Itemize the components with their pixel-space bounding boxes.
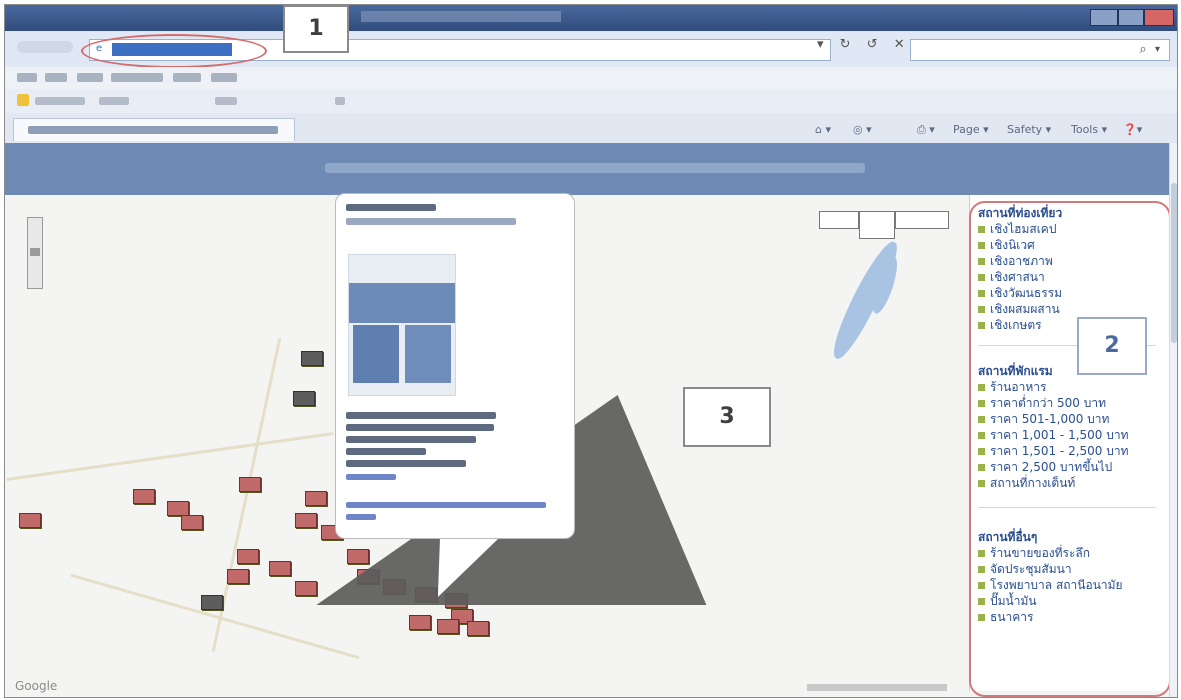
- favorites-label[interactable]: [35, 97, 85, 105]
- callout-3: 3: [683, 387, 771, 447]
- close-button[interactable]: [1144, 9, 1174, 26]
- safety-menu[interactable]: Safety ▾: [1007, 123, 1051, 136]
- info-photo: [348, 254, 456, 396]
- zoom-slider-handle[interactable]: [30, 248, 40, 256]
- search-input[interactable]: ⌕ ▾: [910, 39, 1170, 61]
- page-menu[interactable]: Page ▾: [953, 123, 989, 136]
- tab-bar: ⌂ ▾ ◎ ▾ ⎙ ▾ Page ▾ Safety ▾ Tools ▾ ❓▾: [5, 113, 1177, 144]
- info-phone: [346, 436, 476, 443]
- map-marker[interactable]: [437, 619, 459, 634]
- site-banner: [5, 143, 1177, 195]
- callout-2: 2: [1077, 317, 1147, 375]
- maptype-map-button[interactable]: [819, 211, 859, 229]
- map-marker[interactable]: [305, 491, 327, 506]
- photo-part: [405, 325, 451, 383]
- home-icon[interactable]: ⌂ ▾: [815, 123, 831, 136]
- map-marker[interactable]: [293, 391, 315, 406]
- menu-edit[interactable]: [45, 73, 67, 82]
- photo-part: [349, 283, 455, 323]
- info-price: [346, 460, 466, 467]
- help-icon[interactable]: ❓▾: [1123, 123, 1142, 136]
- chevron-down-icon[interactable]: ▾: [1155, 42, 1165, 58]
- favorites-bar: [5, 89, 1177, 114]
- callout-1: 1: [283, 5, 349, 53]
- tab-title: [28, 126, 278, 134]
- info-links[interactable]: [346, 502, 546, 508]
- menu-view[interactable]: [77, 73, 103, 82]
- map-zoom-control[interactable]: [27, 217, 43, 289]
- favorites-item[interactable]: [215, 97, 237, 105]
- info-phone: [346, 448, 426, 455]
- info-address: [346, 424, 494, 431]
- maptype-hybrid-button[interactable]: [895, 211, 949, 229]
- map-marker[interactable]: [133, 489, 155, 504]
- map-marker[interactable]: [269, 561, 291, 576]
- legend-highlight-frame: [969, 201, 1171, 697]
- address-row: e ▾ ↻ ↺ ✕ ⌕ ▾: [5, 31, 1177, 68]
- photo-part: [353, 325, 399, 383]
- map-marker[interactable]: [295, 581, 317, 596]
- map-marker[interactable]: [301, 351, 323, 366]
- tools-menu[interactable]: Tools ▾: [1071, 123, 1107, 136]
- map-footer: [807, 684, 947, 691]
- maximize-button[interactable]: [1118, 9, 1144, 26]
- favorites-item[interactable]: [335, 97, 345, 105]
- info-links[interactable]: [346, 514, 376, 520]
- page-scrollbar[interactable]: [1169, 143, 1177, 697]
- menu-tools[interactable]: [173, 73, 201, 82]
- active-tab[interactable]: [13, 118, 295, 141]
- google-logo: Google: [15, 679, 58, 693]
- map-marker[interactable]: [239, 477, 261, 492]
- feeds-icon[interactable]: ◎ ▾: [853, 123, 872, 136]
- menu-file[interactable]: [17, 73, 37, 82]
- map-marker[interactable]: [467, 621, 489, 636]
- browser-window: e ▾ ↻ ↺ ✕ ⌕ ▾ 1 ⌂ ▾ ◎ ▾ ⎙ ▾ Page ▾ Safet…: [4, 4, 1178, 698]
- back-forward-buttons[interactable]: [17, 41, 73, 53]
- search-icon[interactable]: ⌕: [1135, 42, 1151, 58]
- map-road: [6, 432, 334, 481]
- minimize-button[interactable]: [1090, 9, 1118, 26]
- address-tools[interactable]: ▾ ↻ ↺ ✕: [817, 37, 911, 57]
- maptype-satellite-button[interactable]: [859, 211, 895, 239]
- menu-help[interactable]: [211, 73, 237, 82]
- info-address: [346, 412, 496, 419]
- map-marker[interactable]: [409, 615, 431, 630]
- url-highlight-ellipse: [81, 34, 267, 68]
- scrollbar-thumb[interactable]: [1171, 183, 1177, 343]
- info-title: [346, 204, 436, 211]
- map-marker[interactable]: [227, 569, 249, 584]
- print-icon[interactable]: ⎙ ▾: [917, 123, 935, 137]
- menu-bar: [5, 67, 1177, 90]
- info-detail-link[interactable]: [346, 474, 396, 480]
- window-title: [361, 11, 561, 22]
- info-window: [335, 193, 575, 539]
- map-marker[interactable]: [19, 513, 41, 528]
- map-marker[interactable]: [181, 515, 203, 530]
- info-subtitle: [346, 218, 516, 225]
- favorites-item[interactable]: [99, 97, 129, 105]
- favorites-star-icon[interactable]: [17, 94, 29, 106]
- menu-favorites[interactable]: [111, 73, 163, 82]
- map-marker[interactable]: [237, 549, 259, 564]
- title-bar: [5, 5, 1177, 31]
- map-marker[interactable]: [295, 513, 317, 528]
- map-marker[interactable]: [201, 595, 223, 610]
- banner-title: [325, 163, 865, 173]
- map-marker[interactable]: [167, 501, 189, 516]
